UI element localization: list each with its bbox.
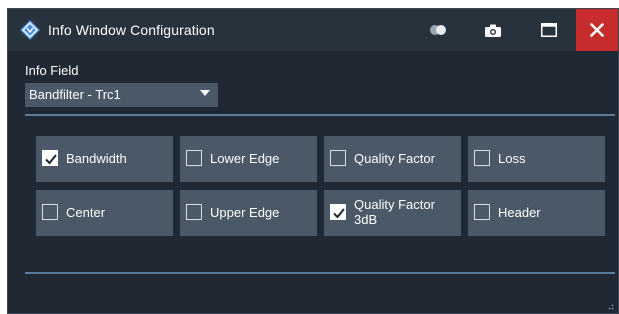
checkbox-center[interactable]: Center (36, 190, 173, 236)
maximize-icon (541, 23, 557, 37)
checkbox-box[interactable] (330, 204, 346, 220)
checkbox-box[interactable] (330, 150, 346, 166)
checkmark-icon (45, 154, 57, 165)
resize-grip-icon[interactable] (606, 302, 614, 310)
info-window-dialog: Info Window Configuration Info Field Ban… (7, 8, 619, 314)
checkbox-box[interactable] (42, 150, 58, 166)
toggle-icon (430, 25, 446, 35)
checkbox-header[interactable]: Header (468, 190, 605, 236)
checkbox-label: Upper Edge (210, 205, 280, 220)
checkbox-box[interactable] (474, 150, 490, 166)
checkbox-bandwidth[interactable]: Bandwidth (36, 136, 173, 182)
checkbox-upper-edge[interactable]: Upper Edge (180, 190, 317, 236)
info-field-selected-value: Bandfilter - Trc1 (29, 87, 121, 102)
checkbox-label: Quality Factor 3dB (354, 197, 435, 227)
checkbox-label: Loss (498, 151, 526, 166)
checkmark-icon (333, 208, 345, 219)
camera-icon (485, 24, 501, 37)
checkbox-quality-factor-3db[interactable]: Quality Factor 3dB (324, 190, 461, 236)
checkbox-quality-factor[interactable]: Quality Factor (324, 136, 461, 182)
maximize-button[interactable] (527, 9, 571, 51)
checkbox-label: Bandwidth (66, 151, 127, 166)
close-button[interactable] (576, 9, 618, 51)
dialog-content: Info Field Bandfilter - Trc1 Bandwidth Lo… (8, 51, 618, 313)
chevron-down-icon (200, 90, 210, 96)
checkbox-label: Center (66, 205, 106, 220)
bottom-divider (25, 272, 615, 274)
checkbox-box[interactable] (42, 204, 58, 220)
checkbox-label: Header (498, 205, 541, 220)
checkbox-loss[interactable]: Loss (468, 136, 605, 182)
info-field-label: Info Field (25, 63, 79, 78)
checkbox-lower-edge[interactable]: Lower Edge (180, 136, 317, 182)
info-field-dropdown[interactable]: Bandfilter - Trc1 (25, 83, 218, 107)
checkbox-label: Quality Factor (354, 151, 435, 166)
rohde-schwarz-diamond-icon (20, 20, 40, 40)
top-divider (25, 114, 615, 116)
toggle-button[interactable] (416, 9, 460, 51)
checkbox-box[interactable] (186, 204, 202, 220)
title-bar[interactable]: Info Window Configuration (8, 9, 618, 51)
checkbox-label: Lower Edge (210, 151, 280, 166)
checkbox-box[interactable] (186, 150, 202, 166)
window-title: Info Window Configuration (48, 22, 215, 38)
screenshot-button[interactable] (471, 9, 515, 51)
checkbox-box[interactable] (474, 204, 490, 220)
close-icon (590, 23, 604, 37)
